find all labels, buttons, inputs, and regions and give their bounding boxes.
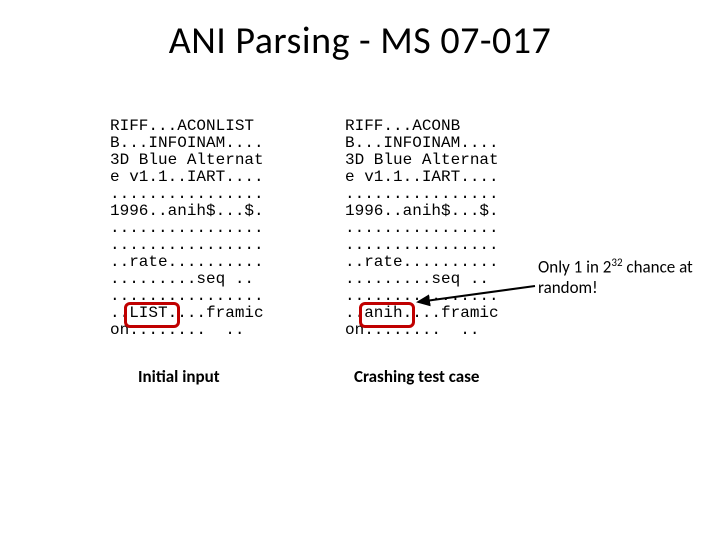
note-text-before: Only 1 in 2 [538,257,611,278]
highlight-box-right [359,302,415,328]
page-title: ANI Parsing - MS 07-017 [0,18,720,64]
caption-crash: Crashing test case [354,366,479,387]
slide: ANI Parsing - MS 07-017 RIFF...ACONLIST … [0,0,720,540]
highlight-box-left [124,302,180,328]
caption-initial: Initial input [138,366,220,387]
note-exponent: 32 [611,256,622,269]
probability-note: Only 1 in 232 chance at random! [538,253,720,298]
